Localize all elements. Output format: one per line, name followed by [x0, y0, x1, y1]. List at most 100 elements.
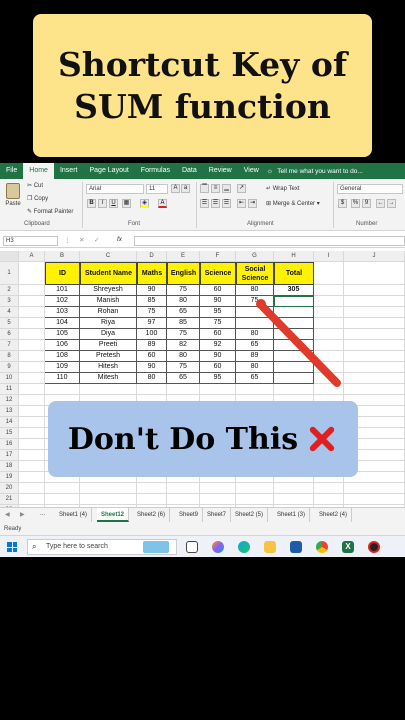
font-size-select[interactable]: 11	[146, 184, 168, 194]
grow-font-icon[interactable]: A	[171, 184, 180, 193]
tab-review[interactable]: Review	[203, 163, 238, 179]
sheet-cell[interactable]	[19, 329, 45, 340]
table-header-cell[interactable]: Student Name	[80, 262, 137, 285]
row-header-13[interactable]: 13	[0, 406, 19, 417]
row-header-19[interactable]: 19	[0, 472, 19, 483]
sheet-tab[interactable]: Sheet9	[175, 508, 204, 522]
sheet-cell[interactable]	[200, 494, 236, 505]
table-row-cell[interactable]: Manish	[80, 296, 137, 307]
enter-icon[interactable]: ✓	[94, 236, 99, 244]
sheet-cell[interactable]	[167, 494, 200, 505]
task-view-icon[interactable]	[186, 541, 198, 553]
sheet-cell[interactable]	[200, 483, 236, 494]
row-header-1[interactable]: 1	[0, 262, 19, 285]
tab-ellipsis[interactable]: ...	[40, 511, 45, 517]
decrease-indent-icon[interactable]: ⇤	[237, 199, 246, 208]
row-header-4[interactable]: 4	[0, 307, 19, 318]
table-row-cell[interactable]: 60	[137, 351, 167, 362]
sheet-cell[interactable]	[344, 285, 405, 296]
sheet-cell[interactable]	[314, 262, 344, 285]
file-explorer-icon[interactable]	[264, 541, 276, 553]
sheet-cell[interactable]	[19, 406, 45, 417]
row-header-7[interactable]: 7	[0, 340, 19, 351]
font-color-icon[interactable]: A	[158, 199, 167, 208]
table-row-cell[interactable]: Preeti	[80, 340, 137, 351]
sheet-cell[interactable]	[19, 296, 45, 307]
align-left-icon[interactable]: ☰	[200, 199, 209, 208]
table-row-cell[interactable]: 102	[45, 296, 80, 307]
sheet-cell[interactable]	[19, 439, 45, 450]
tell-me-search[interactable]: Tell me what you want to do...	[277, 168, 363, 175]
sheet-tab[interactable]: Sheet2 (4)	[315, 508, 353, 522]
sheet-cell[interactable]	[19, 340, 45, 351]
align-center-icon[interactable]: ☰	[211, 199, 220, 208]
sheet-cell[interactable]	[344, 329, 405, 340]
sheet-cell[interactable]	[45, 494, 80, 505]
sheet-cell[interactable]	[19, 262, 45, 285]
column-header-i[interactable]: I	[314, 251, 344, 262]
table-row-cell[interactable]: 80	[167, 296, 200, 307]
sheet-cell[interactable]	[344, 384, 405, 395]
table-row-cell[interactable]: 97	[137, 318, 167, 329]
row-header-18[interactable]: 18	[0, 461, 19, 472]
bold-button[interactable]: B	[87, 199, 96, 208]
merge-center-button[interactable]: ⊞ Merge & Center ▾	[266, 200, 320, 207]
sheet-cell[interactable]	[137, 494, 167, 505]
sheet-cell[interactable]	[80, 483, 137, 494]
sheet-cell[interactable]	[344, 351, 405, 362]
align-right-icon[interactable]: ☰	[222, 199, 231, 208]
table-row-cell[interactable]: 75	[167, 285, 200, 296]
sheet-cell[interactable]	[314, 494, 344, 505]
excel-icon[interactable]: X	[342, 541, 354, 553]
taskbar-search-box[interactable]: ⌕ Type here to search	[27, 539, 177, 555]
paste-button[interactable]: Paste	[3, 183, 23, 217]
column-header-e[interactable]: E	[167, 251, 200, 262]
tab-view[interactable]: View	[238, 163, 265, 179]
table-row-cell[interactable]: 103	[45, 307, 80, 318]
record-icon[interactable]	[368, 541, 380, 553]
formula-input[interactable]	[134, 236, 405, 246]
decrease-decimal-icon[interactable]: →	[387, 199, 396, 208]
sheet-cell[interactable]	[274, 483, 314, 494]
table-row-cell[interactable]: 80	[137, 373, 167, 384]
row-header-17[interactable]: 17	[0, 450, 19, 461]
sheet-cell[interactable]	[80, 494, 137, 505]
row-header-9[interactable]: 9	[0, 362, 19, 373]
sheet-cell[interactable]	[344, 362, 405, 373]
sheet-cell[interactable]	[19, 373, 45, 384]
sheet-cell[interactable]	[19, 351, 45, 362]
sheet-cell[interactable]	[344, 318, 405, 329]
table-row-cell[interactable]: 75	[167, 362, 200, 373]
sheet-tab[interactable]: Sheet1 (3)	[273, 508, 311, 522]
table-row-cell[interactable]: 95	[200, 373, 236, 384]
row-header-3[interactable]: 3	[0, 296, 19, 307]
select-all-corner[interactable]	[0, 251, 19, 262]
table-header-cell[interactable]: Total	[274, 262, 314, 285]
sheet-tab[interactable]: Sheet2 (5)	[231, 508, 269, 522]
table-row-cell[interactable]: Diya	[80, 329, 137, 340]
sheet-tab[interactable]: Sheet12	[97, 508, 130, 522]
sheet-cell[interactable]	[344, 296, 405, 307]
sheet-cell[interactable]	[200, 384, 236, 395]
sheet-cell[interactable]	[344, 483, 405, 494]
chrome-icon[interactable]	[316, 541, 328, 553]
column-header-f[interactable]: F	[200, 251, 236, 262]
table-row-cell[interactable]: 90	[200, 351, 236, 362]
row-header-12[interactable]: 12	[0, 395, 19, 406]
font-name-select[interactable]: Arial	[86, 184, 144, 194]
sheet-cell[interactable]	[19, 417, 45, 428]
row-header-5[interactable]: 5	[0, 318, 19, 329]
table-row-cell[interactable]: 90	[200, 296, 236, 307]
sheet-cell[interactable]	[137, 483, 167, 494]
table-row-cell[interactable]: 65	[167, 373, 200, 384]
table-row-cell[interactable]: 75	[137, 307, 167, 318]
row-header-14[interactable]: 14	[0, 417, 19, 428]
table-row-cell[interactable]: Hitesh	[80, 362, 137, 373]
sheet-cell[interactable]	[344, 307, 405, 318]
increase-indent-icon[interactable]: ⇥	[248, 199, 257, 208]
sheet-cell[interactable]	[45, 384, 80, 395]
sheet-cell[interactable]	[19, 483, 45, 494]
table-row-cell[interactable]: 60	[200, 362, 236, 373]
table-header-cell[interactable]: Science	[200, 262, 236, 285]
tab-formulas[interactable]: Formulas	[135, 163, 176, 179]
